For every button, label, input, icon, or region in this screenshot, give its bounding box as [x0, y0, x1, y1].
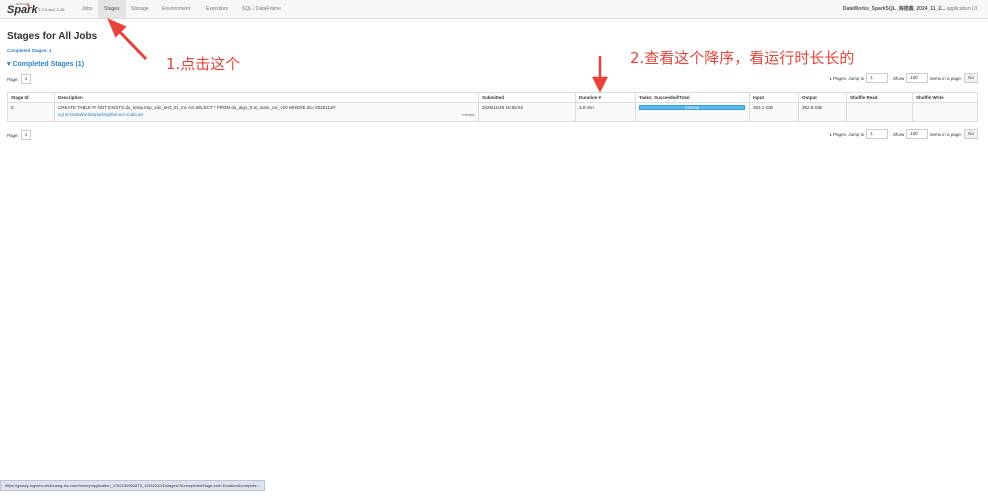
annotation-step-two: 2.查看这个降序，看运行时长长的 [630, 49, 855, 67]
annotation-step-one: 1.点击这个 [166, 55, 241, 73]
arrow-to-duration-header [591, 56, 609, 93]
browser-status-url: https://galaxy-logview.shizhuang-inc.com… [0, 480, 266, 491]
annotation-arrows [107, 18, 609, 93]
arrow-to-stages-tab [107, 18, 148, 61]
